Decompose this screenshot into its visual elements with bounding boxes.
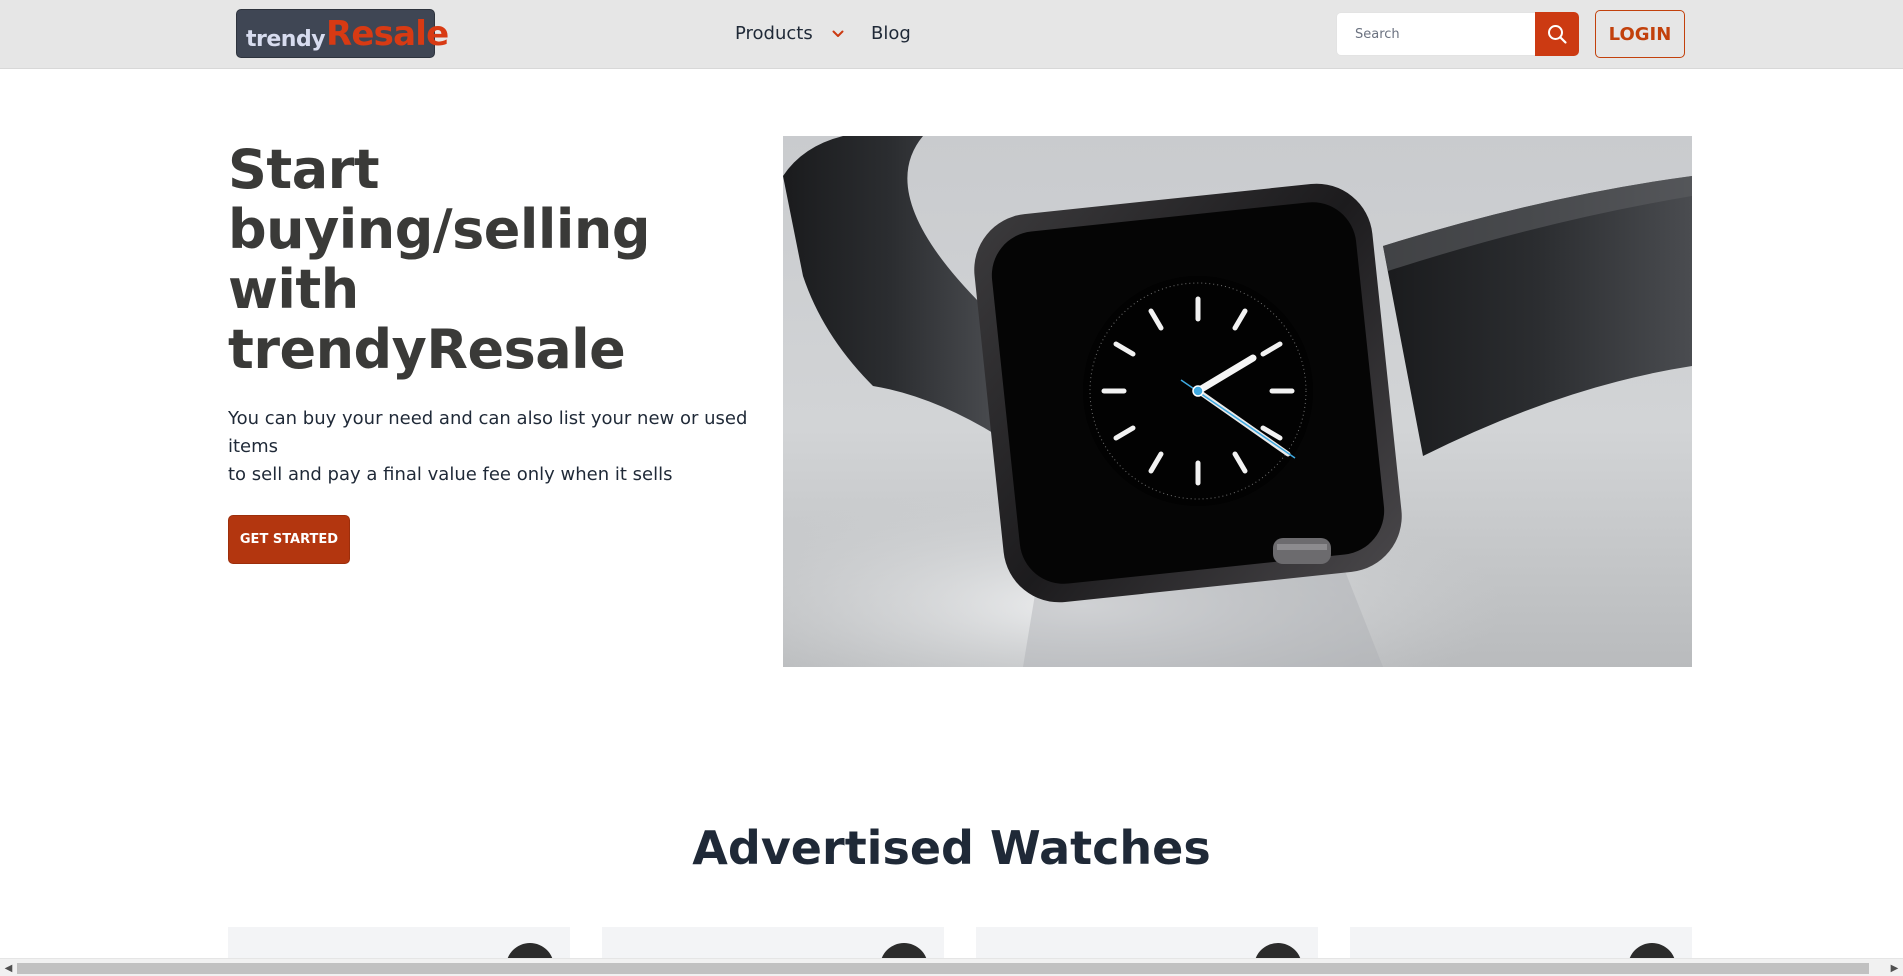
logo-text-trendy: trendy [246,27,326,52]
section-title: Advertised Watches [692,821,1211,875]
scrollbar-thumb[interactable] [17,963,1869,974]
search-icon [1548,25,1567,44]
get-started-button[interactable]: GET STARTED [228,515,350,564]
horizontal-scrollbar[interactable]: ◀ ▶ [0,958,1903,976]
smartwatch-photo-icon [783,136,1692,667]
search-input[interactable] [1336,12,1536,56]
login-button[interactable]: LOGIN [1595,10,1685,58]
hero-image [783,136,1692,667]
scroll-right-arrow-icon[interactable]: ▶ [1886,959,1903,976]
search-button[interactable] [1535,12,1579,56]
logo-link[interactable]: trendy Resale [236,9,449,58]
hero-description-line-1: You can buy your need and can also list … [228,408,748,457]
hero-description-line-2: to sell and pay a final value fee only w… [228,464,673,485]
chevron-down-icon [831,27,845,41]
logo-text-resale: Resale [326,14,449,54]
nav-products-label: Products [735,23,813,44]
hero-title: Start buying/selling with trendyResale [228,138,651,381]
navbar: trendy Resale Products Blog LOGIN [0,0,1903,69]
scroll-left-arrow-icon[interactable]: ◀ [0,959,17,976]
nav-blog-link[interactable]: Blog [871,22,911,46]
nav-products-dropdown[interactable]: Products [735,22,845,46]
hero-description: You can buy your need and can also list … [228,405,768,489]
